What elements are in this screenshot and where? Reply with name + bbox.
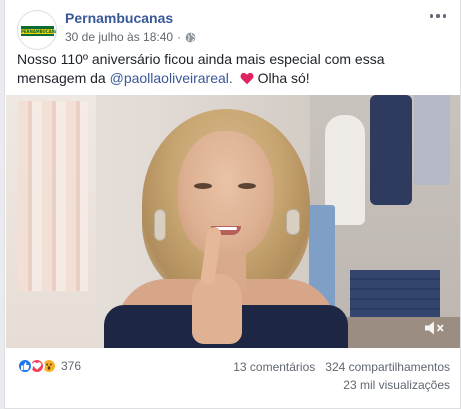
- views-count: 23 mil visualizações: [343, 378, 450, 392]
- post-header: PERNAMBUCANAS Pernambucanas 30 de julho …: [17, 10, 450, 50]
- reactions-summary[interactable]: 376: [17, 358, 81, 374]
- page-name-link[interactable]: Pernambucanas: [65, 10, 173, 26]
- video-subject: [104, 109, 348, 348]
- more-dot: [436, 14, 440, 18]
- video-clothes-left: [18, 101, 88, 291]
- like-icon: [17, 358, 33, 374]
- meta-separator: ·: [177, 30, 182, 44]
- more-dot: [442, 14, 446, 18]
- comments-link[interactable]: 13 comentários: [233, 360, 315, 374]
- video-folded-clothes: [350, 270, 440, 320]
- globe-icon[interactable]: [185, 32, 196, 43]
- more-dot: [430, 14, 434, 18]
- subject-hand: [192, 274, 242, 344]
- post-footer: 376 13 comentários 324 compartilhamentos…: [17, 356, 450, 406]
- post-timestamp[interactable]: 30 de julho às 18:40: [65, 30, 173, 44]
- heart-icon: [240, 71, 254, 85]
- video-player[interactable]: [6, 95, 460, 348]
- subject-eye: [238, 183, 256, 189]
- reaction-count: 376: [61, 359, 82, 373]
- post-message: Nosso 110º aniversário ficou ainda mais …: [17, 50, 447, 88]
- subject-eye: [194, 183, 212, 189]
- mention-link[interactable]: @paollaoliveirareal.: [110, 70, 233, 86]
- logo-text: PERNAMBUCANAS: [21, 28, 57, 34]
- engagement-stats: 13 comentários 324 compartilhamentos: [233, 360, 450, 374]
- subject-earring: [286, 209, 300, 235]
- post-card: PERNAMBUCANAS Pernambucanas 30 de julho …: [4, 0, 461, 409]
- more-icon[interactable]: [430, 12, 446, 20]
- speaker-muted-icon[interactable]: [424, 320, 446, 336]
- subject-face: [178, 131, 274, 257]
- post-meta: 30 de julho às 18:40 ·: [65, 30, 196, 44]
- logo-stripe-bottom: [21, 34, 54, 36]
- message-end: Olha só!: [257, 70, 310, 86]
- page-avatar[interactable]: PERNAMBUCANAS: [17, 10, 57, 50]
- subject-earring: [154, 209, 166, 241]
- video-garment: [370, 95, 412, 205]
- shares-link[interactable]: 324 compartilhamentos: [325, 360, 450, 374]
- video-garment: [414, 95, 450, 185]
